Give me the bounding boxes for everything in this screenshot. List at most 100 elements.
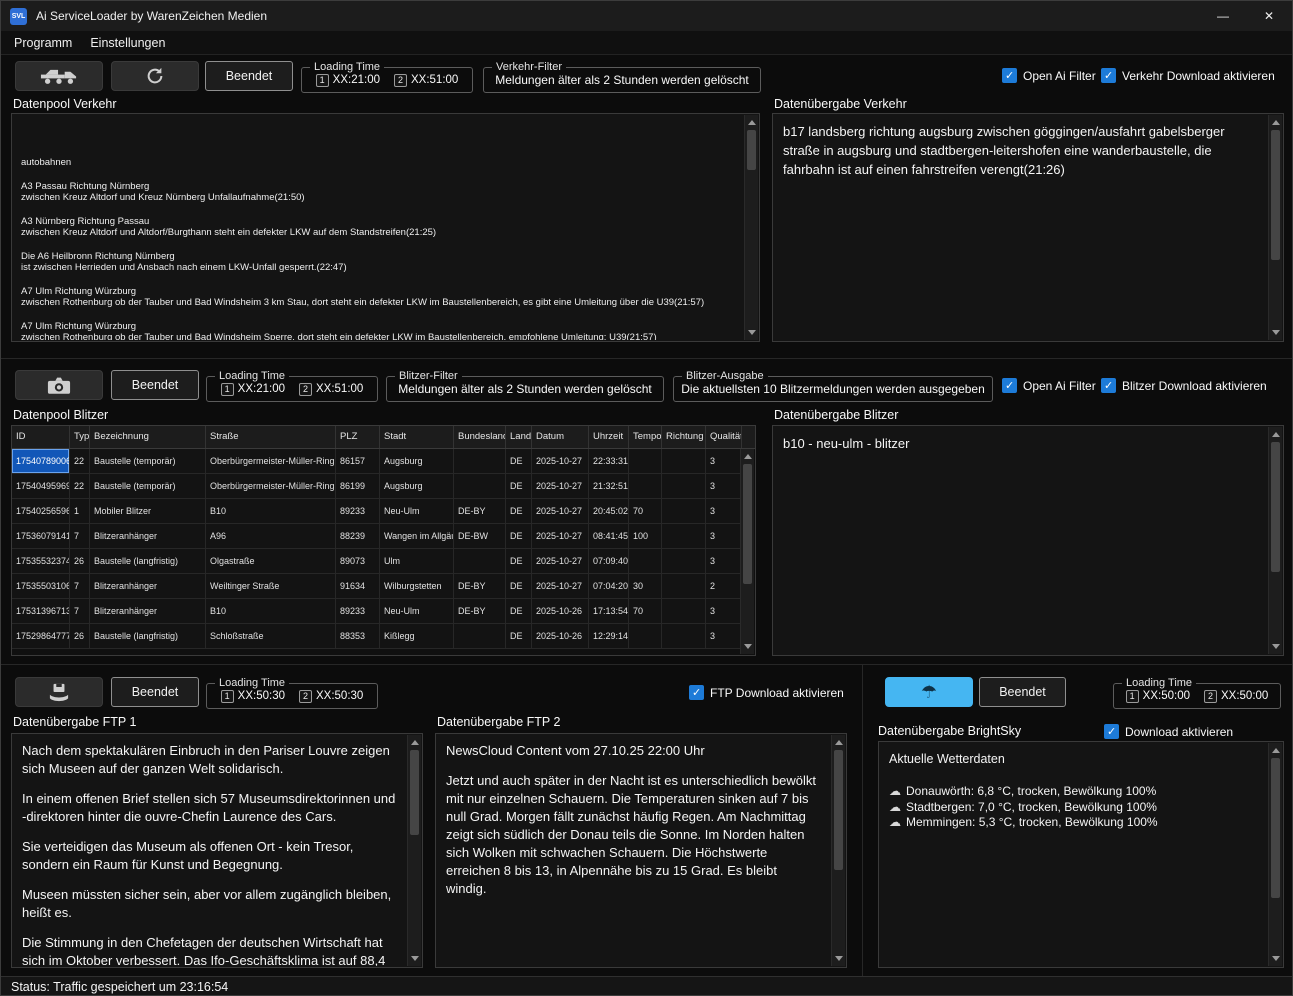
cell-stadt[interactable]: Neu-Ulm bbox=[380, 599, 454, 623]
cell-stadt[interactable]: Wilburgstetten bbox=[380, 574, 454, 598]
open-ai-filter-checkbox[interactable]: Open Ai Filter bbox=[1002, 68, 1096, 83]
datenpool-verkehr-pane[interactable]: autobahnen A3 Passau Richtung Nürnberg z… bbox=[11, 113, 760, 342]
cell-richtung[interactable] bbox=[662, 449, 706, 473]
cell-uhrzeit[interactable]: 22:33:31 bbox=[589, 449, 629, 473]
cell-id[interactable]: 17535503106 bbox=[12, 574, 70, 598]
blitzer-table[interactable]: IDTypBezeichnungStraßePLZStadtBundesland… bbox=[11, 425, 756, 656]
cell-land[interactable]: DE bbox=[506, 499, 532, 523]
ftp-source-button[interactable] bbox=[15, 677, 103, 707]
cell-id[interactable]: 17536079141 bbox=[12, 524, 70, 548]
blitzer-source-button[interactable] bbox=[15, 370, 103, 400]
scroll-down-icon[interactable] bbox=[744, 644, 752, 649]
datenuebergabe-ftp2-pane[interactable]: NewsCloud Content vom 27.10.25 22:00 Uhr… bbox=[435, 733, 847, 968]
column-header[interactable]: Qualität bbox=[706, 426, 742, 448]
traffic-beendet-button[interactable]: Beendet bbox=[205, 61, 293, 91]
cell-land[interactable]: DE bbox=[506, 624, 532, 648]
cell-uhrzeit[interactable]: 08:41:45 bbox=[589, 524, 629, 548]
cell-richtung[interactable] bbox=[662, 574, 706, 598]
checkbox-checked-icon[interactable] bbox=[1101, 68, 1116, 83]
cell-bezeichnung[interactable]: Mobiler Blitzer bbox=[90, 499, 206, 523]
cell-plz[interactable]: 88353 bbox=[336, 624, 380, 648]
scrollbar-thumb[interactable] bbox=[410, 750, 419, 835]
scroll-up-icon[interactable] bbox=[1272, 432, 1280, 437]
traffic-refresh-button[interactable] bbox=[111, 61, 199, 91]
cell-typ[interactable]: 26 bbox=[70, 624, 90, 648]
scroll-down-icon[interactable] bbox=[411, 956, 419, 961]
cell-land[interactable]: DE bbox=[506, 524, 532, 548]
cell-id[interactable]: 17540789006 bbox=[12, 449, 70, 473]
cell-uhrzeit[interactable]: 21:32:51 bbox=[589, 474, 629, 498]
cell-stadt[interactable]: Neu-Ulm bbox=[380, 499, 454, 523]
cell-strasse[interactable]: B10 bbox=[206, 499, 336, 523]
scrollbar-thumb[interactable] bbox=[1271, 442, 1280, 572]
ftp-download-checkbox[interactable]: FTP Download aktivieren bbox=[689, 685, 844, 700]
menu-einstellungen[interactable]: Einstellungen bbox=[81, 33, 174, 53]
cell-bezeichnung[interactable]: Baustelle (langfristig) bbox=[90, 624, 206, 648]
cell-strasse[interactable]: Weiltinger Straße bbox=[206, 574, 336, 598]
cell-uhrzeit[interactable]: 07:09:40 bbox=[589, 549, 629, 573]
cell-bezeichnung[interactable]: Blitzeranhänger bbox=[90, 599, 206, 623]
column-header[interactable]: Datum bbox=[532, 426, 589, 448]
table-row[interactable]: 17529864777 26 Baustelle (langfristig) S… bbox=[12, 624, 741, 649]
table-row[interactable]: 17536079141 7 Blitzeranhänger A96 88239 … bbox=[12, 524, 741, 549]
cell-typ[interactable]: 1 bbox=[70, 499, 90, 523]
cell-plz[interactable]: 89073 bbox=[336, 549, 380, 573]
blitzer-beendet-button[interactable]: Beendet bbox=[111, 370, 199, 400]
scrollbar-thumb[interactable] bbox=[747, 130, 756, 170]
minimize-button[interactable]: — bbox=[1200, 1, 1246, 31]
cell-bezeichnung[interactable]: Baustelle (langfristig) bbox=[90, 549, 206, 573]
column-header[interactable]: Typ bbox=[70, 426, 90, 448]
cell-datum[interactable]: 2025-10-27 bbox=[532, 449, 589, 473]
datenuebergabe-blitzer-pane[interactable]: b10 - neu-ulm - blitzer bbox=[772, 425, 1284, 656]
cell-plz[interactable]: 91634 bbox=[336, 574, 380, 598]
cell-qualitaet[interactable]: 3 bbox=[706, 474, 741, 498]
cell-stadt[interactable]: Ulm bbox=[380, 549, 454, 573]
traffic-source-button[interactable] bbox=[15, 61, 103, 91]
cell-plz[interactable]: 86157 bbox=[336, 449, 380, 473]
cell-strasse[interactable]: A96 bbox=[206, 524, 336, 548]
table-row[interactable]: 17535503106 7 Blitzeranhänger Weiltinger… bbox=[12, 574, 741, 599]
cell-bundesland[interactable] bbox=[454, 449, 506, 473]
table-row[interactable]: 17531396713 7 Blitzeranhänger B10 89233 … bbox=[12, 599, 741, 624]
cell-plz[interactable]: 86199 bbox=[336, 474, 380, 498]
cell-bezeichnung[interactable]: Blitzeranhänger bbox=[90, 524, 206, 548]
cell-id[interactable]: 17540495969 bbox=[12, 474, 70, 498]
verkehr-download-checkbox[interactable]: Verkehr Download aktivieren bbox=[1101, 68, 1275, 83]
cell-land[interactable]: DE bbox=[506, 599, 532, 623]
scrollbar[interactable] bbox=[1268, 115, 1282, 340]
cell-plz[interactable]: 88239 bbox=[336, 524, 380, 548]
cell-bundesland[interactable]: DE-BY bbox=[454, 599, 506, 623]
scroll-down-icon[interactable] bbox=[1272, 330, 1280, 335]
cell-tempo[interactable]: 70 bbox=[629, 499, 662, 523]
cell-datum[interactable]: 2025-10-26 bbox=[532, 599, 589, 623]
cell-tempo[interactable]: 70 bbox=[629, 599, 662, 623]
cell-plz[interactable]: 89233 bbox=[336, 599, 380, 623]
checkbox-checked-icon[interactable] bbox=[1002, 378, 1017, 393]
cell-richtung[interactable] bbox=[662, 624, 706, 648]
cell-uhrzeit[interactable]: 17:13:54 bbox=[589, 599, 629, 623]
cell-typ[interactable]: 22 bbox=[70, 474, 90, 498]
cell-richtung[interactable] bbox=[662, 524, 706, 548]
scroll-up-icon[interactable] bbox=[411, 740, 419, 745]
datenuebergabe-verkehr-pane[interactable]: b17 landsberg richtung augsburg zwischen… bbox=[772, 113, 1284, 342]
scroll-up-icon[interactable] bbox=[1272, 748, 1280, 753]
cell-land[interactable]: DE bbox=[506, 474, 532, 498]
brightsky-weather-pane[interactable]: Aktuelle Wetterdaten ☁ Donauwörth: 6,8 °… bbox=[878, 741, 1284, 968]
cell-datum[interactable]: 2025-10-27 bbox=[532, 499, 589, 523]
column-header[interactable]: Bezeichnung bbox=[90, 426, 206, 448]
datenuebergabe-ftp1-pane[interactable]: Nach dem spektakulären Einbruch in den P… bbox=[11, 733, 423, 968]
scrollbar-thumb[interactable] bbox=[1271, 758, 1280, 898]
scroll-down-icon[interactable] bbox=[1272, 956, 1280, 961]
cell-qualitaet[interactable]: 3 bbox=[706, 599, 741, 623]
scrollbar[interactable] bbox=[407, 735, 421, 966]
cell-id[interactable]: 17529864777 bbox=[12, 624, 70, 648]
table-row[interactable]: 17535532374 26 Baustelle (langfristig) O… bbox=[12, 549, 741, 574]
checkbox-checked-icon[interactable] bbox=[1101, 378, 1116, 393]
cell-strasse[interactable]: Oberbürgermeister-Müller-Ring bbox=[206, 474, 336, 498]
table-row[interactable]: 17540495969 22 Baustelle (temporär) Ober… bbox=[12, 474, 741, 499]
cell-qualitaet[interactable]: 3 bbox=[706, 624, 741, 648]
column-header[interactable]: Stadt bbox=[380, 426, 454, 448]
scrollbar-thumb[interactable] bbox=[834, 750, 843, 870]
cell-richtung[interactable] bbox=[662, 474, 706, 498]
cell-land[interactable]: DE bbox=[506, 549, 532, 573]
